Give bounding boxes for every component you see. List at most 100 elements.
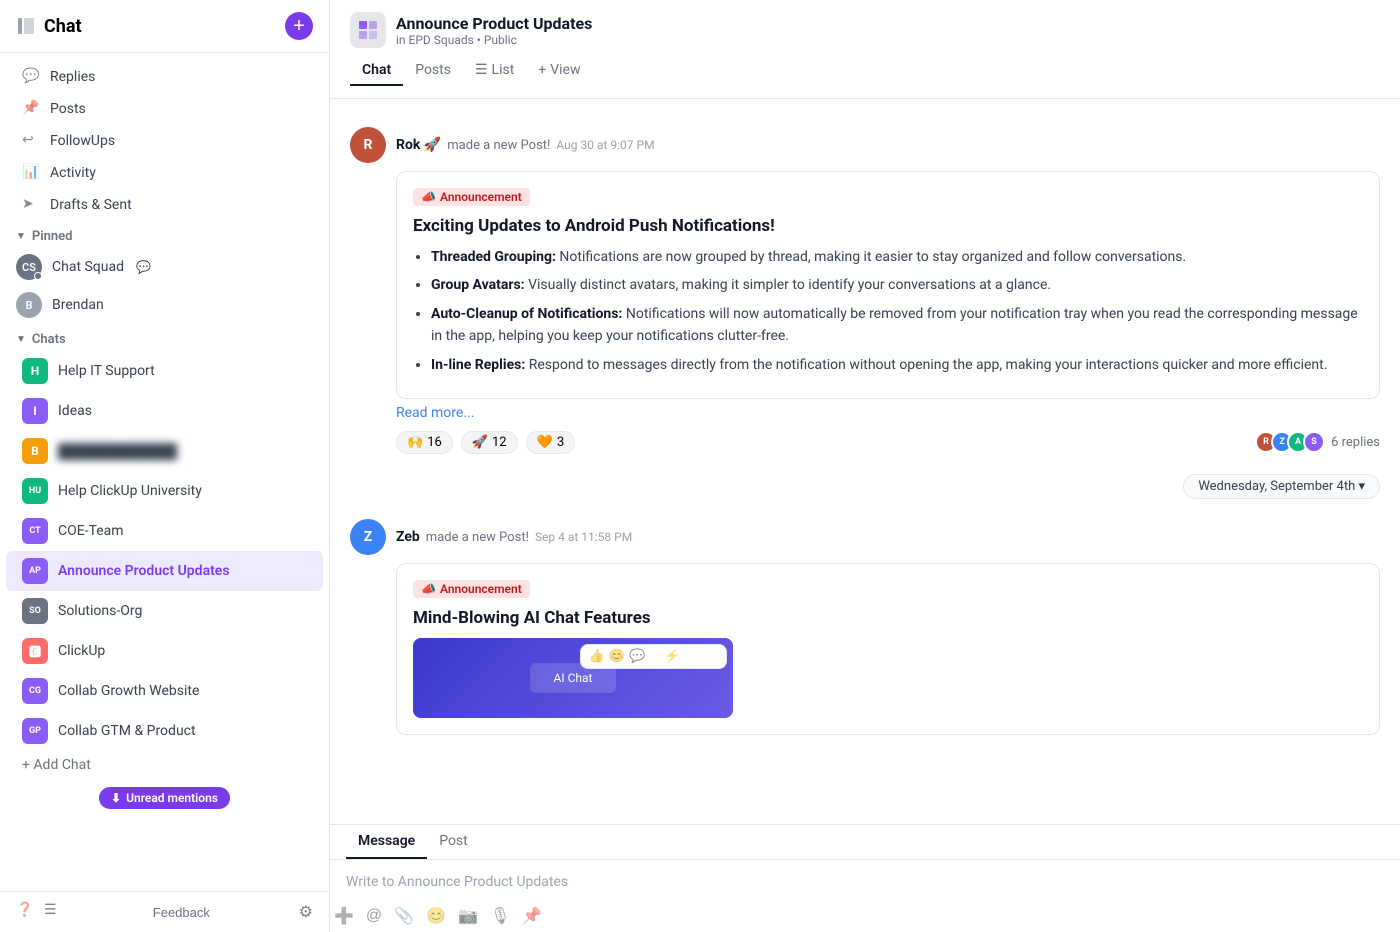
chat-item-ideas[interactable]: I Ideas xyxy=(6,391,323,431)
input-tab-post[interactable]: Post xyxy=(427,825,480,859)
input-emoji-button[interactable]: 😊 xyxy=(426,906,446,926)
message-block-2: Z Zeb made a new Post! Sep 4 at 11:58 PM… xyxy=(330,507,1400,747)
tab-posts[interactable]: Posts xyxy=(403,56,463,86)
chat-squad-avatar: CS xyxy=(16,254,42,280)
sidebar-label-followups: FollowUps xyxy=(50,133,115,149)
unread-mentions-label: Unread mentions xyxy=(126,791,218,805)
input-mention-button[interactable]: @ xyxy=(366,907,382,925)
add-chat-button[interactable]: + xyxy=(285,12,313,40)
post-body-1: Threaded Grouping: Notifications are now… xyxy=(413,246,1363,376)
chat-item-help-it[interactable]: H Help IT Support xyxy=(6,351,323,391)
collab-growth-avatar: CG xyxy=(22,678,48,704)
blurred-avatar: B xyxy=(22,438,48,464)
sidebar-item-replies[interactable]: 💬 Replies xyxy=(6,61,323,93)
help-icon[interactable]: ❓ xyxy=(16,902,36,922)
sidebar-item-drafts[interactable]: ➤ Drafts & Sent xyxy=(6,189,323,221)
replies-icon: 💬 xyxy=(22,68,40,86)
reaction-clap[interactable]: 🙌 16 xyxy=(396,431,453,454)
chat-item-collab-growth[interactable]: CG Collab Growth Website xyxy=(6,671,323,711)
chat-item-announce[interactable]: AP Announce Product Updates xyxy=(6,551,323,591)
activity-icon: 📊 xyxy=(22,164,40,182)
chat-item-coe-team[interactable]: CT COE-Team xyxy=(6,511,323,551)
settings-button[interactable]: ⚙ xyxy=(299,902,313,922)
input-mic-button[interactable]: 🎙 xyxy=(490,906,510,926)
tab-chat[interactable]: Chat xyxy=(350,56,403,86)
collab-gtm-avatar: GP xyxy=(22,718,48,744)
tab-list-label: List xyxy=(492,62,515,78)
reaction-rocket[interactable]: 🚀 12 xyxy=(461,431,518,454)
input-attachment-button[interactable]: 📎 xyxy=(394,906,414,926)
zeb-avatar: Z xyxy=(350,519,386,555)
reactions-left-1: 🙌 16 🚀 12 🧡 3 xyxy=(396,431,575,454)
sidebar-nav: 💬 Replies 📌 Posts ↩ FollowUps 📊 Activity… xyxy=(0,53,329,891)
rok-avatar: R xyxy=(350,127,386,163)
chat-content: R Rok 🚀 made a new Post! Aug 30 at 9:07 … xyxy=(330,99,1400,824)
chat-item-collab-gtm[interactable]: GP Collab GTM & Product xyxy=(6,711,323,751)
read-more-link-1[interactable]: Read more... xyxy=(396,405,474,421)
input-toolbar: ➕ @ 📎 😊 📷 🎙 📌 xyxy=(330,900,1400,932)
message-block-1: R Rok 🚀 made a new Post! Aug 30 at 9:07 … xyxy=(330,115,1400,466)
input-field-wrap: Write to Announce Product Updates xyxy=(330,860,1400,900)
toolbar-reply[interactable]: 💬 xyxy=(629,649,645,664)
down-arrow-icon: ⬇ xyxy=(111,791,121,805)
chat-label-blurred: ████████████ xyxy=(58,443,177,460)
date-pill[interactable]: Wednesday, September 4th ▾ xyxy=(1183,474,1380,499)
feedback-button[interactable]: Feedback xyxy=(153,905,210,920)
pinned-section-header[interactable]: ▼ Pinned xyxy=(0,221,329,248)
chats-section-header[interactable]: ▼ Chats xyxy=(0,324,329,351)
chat-label-solutions-org: Solutions-Org xyxy=(58,603,142,619)
pinned-item-chat-squad[interactable]: CS Chat Squad 💬 xyxy=(0,248,329,286)
msg-time-2: Sep 4 at 11:58 PM xyxy=(535,530,632,544)
chat-label-help-clickup: Help ClickUp University xyxy=(58,483,202,499)
tab-view[interactable]: + View xyxy=(526,56,592,86)
unread-mentions-button[interactable]: ⬇ Unread mentions xyxy=(99,787,230,809)
list-icon-tab: ☰ xyxy=(475,62,488,78)
announcement-tag-2: 📣 Announcement xyxy=(413,580,530,598)
input-camera-button[interactable]: 📷 xyxy=(458,906,478,926)
toolbar-more[interactable]: ⚡ xyxy=(664,649,680,664)
reply-count-1[interactable]: 6 replies xyxy=(1331,435,1380,450)
toolbar-emoji[interactable]: 😊 xyxy=(609,649,625,664)
image-toolbar: 👍 😊 💬 ↗ ⚡ 🏷 ••• xyxy=(580,644,727,669)
msg-meta-2: Zeb made a new Post! Sep 4 at 11:58 PM xyxy=(396,529,632,545)
chat-item-help-clickup[interactable]: HU Help ClickUp University xyxy=(6,471,323,511)
clickup-avatar: 🅲 xyxy=(22,638,48,664)
sidebar-item-activity[interactable]: 📊 Activity xyxy=(6,157,323,189)
announcement-icon-2: 📣 xyxy=(421,582,436,596)
add-chat-row[interactable]: + Add Chat xyxy=(0,751,329,779)
sidebar-header: Chat + xyxy=(0,0,329,53)
reaction-rocket-count: 12 xyxy=(492,435,507,450)
tab-list[interactable]: ☰ List xyxy=(463,56,526,86)
chat-item-blurred[interactable]: B ████████████ xyxy=(6,431,323,471)
input-tab-message-label: Message xyxy=(358,833,415,849)
announcement-tag-1: 📣 Announcement xyxy=(413,188,530,206)
pinned-item-brendan[interactable]: B Brendan xyxy=(0,286,329,324)
sidebar-item-followups[interactable]: ↩ FollowUps xyxy=(6,125,323,157)
toolbar-dots[interactable]: ••• xyxy=(705,649,718,664)
post-bullet-4: In-line Replies: Respond to messages dir… xyxy=(431,354,1363,376)
chat-label-announce: Announce Product Updates xyxy=(58,563,230,579)
list-icon[interactable]: ☰ xyxy=(44,902,64,922)
chat-item-clickup[interactable]: 🅲 ClickUp xyxy=(6,631,323,671)
reaction-heart[interactable]: 🧡 3 xyxy=(526,431,576,454)
chat-item-solutions-org[interactable]: SO Solutions-Org xyxy=(6,591,323,631)
post-card-2: 📣 Announcement Mind-Blowing AI Chat Feat… xyxy=(396,563,1380,735)
input-tabs: Message Post xyxy=(330,825,1400,860)
followups-icon: ↩ xyxy=(22,132,40,150)
drafts-icon: ➤ xyxy=(22,196,40,214)
ideas-avatar: I xyxy=(22,398,48,424)
post-image-2: 👍 😊 💬 ↗ ⚡ 🏷 ••• AI Chat xyxy=(413,638,733,718)
input-pin-button[interactable]: 📌 xyxy=(522,906,542,926)
toolbar-tag[interactable]: 🏷 xyxy=(684,649,701,664)
plus-icon-tab: + xyxy=(538,62,546,78)
post-card-1: 📣 Announcement Exciting Updates to Andro… xyxy=(396,171,1380,399)
toolbar-like[interactable]: 👍 xyxy=(589,649,605,664)
sidebar-label-posts: Posts xyxy=(50,101,86,117)
sidebar-item-posts[interactable]: 📌 Posts xyxy=(6,93,323,125)
chats-chevron: ▼ xyxy=(16,334,26,345)
input-add-button[interactable]: ➕ xyxy=(334,906,354,926)
input-placeholder[interactable]: Write to Announce Product Updates xyxy=(346,870,1384,894)
input-tab-message[interactable]: Message xyxy=(346,825,427,859)
toolbar-share[interactable]: ↗ xyxy=(649,649,660,664)
tab-chat-label: Chat xyxy=(362,62,391,78)
